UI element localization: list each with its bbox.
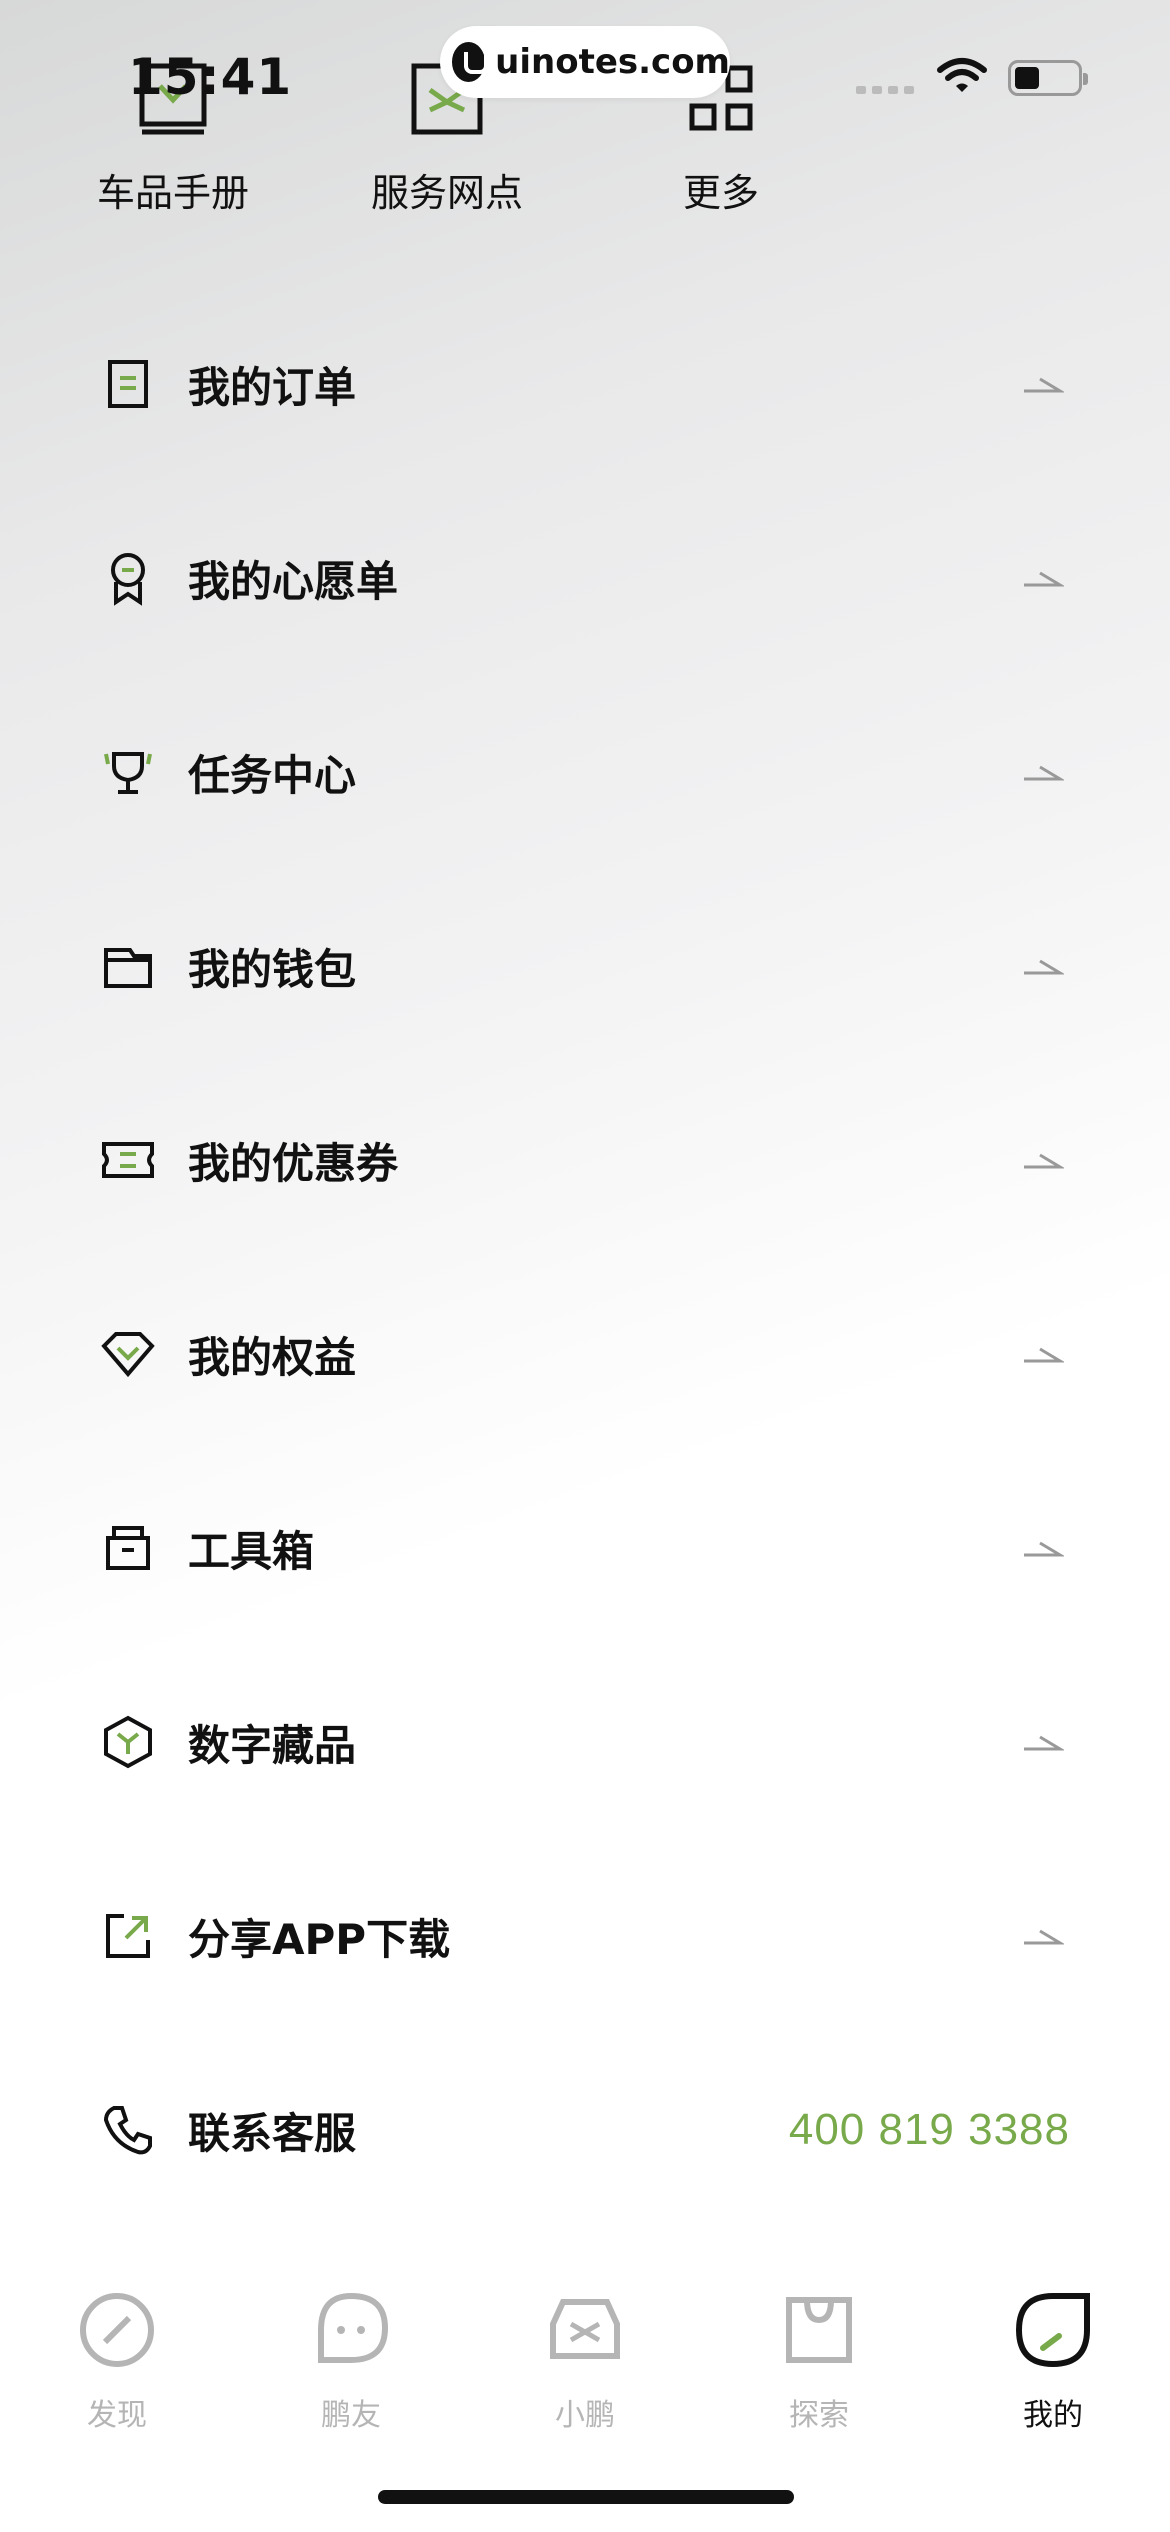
menu-item-label: 我的心愿单 bbox=[188, 556, 399, 606]
wishlist-icon bbox=[111, 553, 145, 606]
menu-item-label: 我的权益 bbox=[188, 1332, 357, 1382]
shortcut-label: 车品手册 bbox=[96, 171, 249, 215]
coupon-icon bbox=[102, 1142, 154, 1178]
tab-xiaopeng[interactable]: 小鹏 bbox=[505, 2290, 665, 2434]
menu-item-label: 我的订单 bbox=[188, 362, 357, 412]
menu-item-label: 联系客服 bbox=[188, 2108, 357, 2158]
cellular-signal-icon bbox=[856, 86, 914, 94]
menu-item-coupons[interactable]: 我的优惠券 bbox=[100, 1100, 1070, 1220]
arrow-right-icon bbox=[1024, 959, 1064, 975]
menu-item-task-center[interactable]: 任务中心 bbox=[100, 712, 1070, 832]
watermark-text: uinotes.com bbox=[495, 42, 730, 82]
bottom-tab-bar: 发现 鹏友 小鹏 探索 我的 bbox=[0, 2290, 1170, 2470]
arrow-right-icon bbox=[1024, 1735, 1064, 1751]
wallet-icon bbox=[104, 948, 152, 988]
menu-item-digital-collectibles[interactable]: 数字藏品 bbox=[100, 1682, 1070, 1802]
tab-explore[interactable]: 探索 bbox=[739, 2290, 899, 2434]
menu-item-share-app[interactable]: 分享APP下载 bbox=[100, 1876, 1070, 1996]
arrow-right-icon bbox=[1024, 1929, 1064, 1945]
wifi-icon bbox=[937, 58, 987, 92]
shortcut-label: 服务网点 bbox=[370, 171, 523, 215]
watermark-badge: uinotes.com bbox=[440, 26, 730, 98]
tab-label: 小鹏 bbox=[555, 2398, 615, 2433]
toolbox-icon bbox=[106, 1526, 150, 1570]
arrow-right-icon bbox=[1024, 377, 1064, 393]
tab-discover[interactable]: 发现 bbox=[37, 2290, 197, 2434]
tab-label: 探索 bbox=[789, 2398, 849, 2433]
profile-leaf-icon bbox=[1015, 2293, 1090, 2368]
status-time: 15:41 bbox=[128, 48, 293, 106]
shortcut-label: 更多 bbox=[682, 171, 759, 215]
menu-item-wishlist[interactable]: 我的心愿单 bbox=[100, 518, 1070, 638]
tab-friends[interactable]: 鹏友 bbox=[271, 2290, 431, 2434]
menu-item-label: 数字藏品 bbox=[188, 1720, 357, 1770]
diamond-icon bbox=[101, 1332, 155, 1378]
battery-icon bbox=[1008, 60, 1088, 96]
menu-item-label: 我的优惠券 bbox=[188, 1138, 399, 1188]
arrow-right-icon bbox=[1024, 571, 1064, 587]
phone-icon bbox=[103, 2106, 152, 2155]
arrow-right-icon bbox=[1024, 1347, 1064, 1363]
menu-item-label: 工具箱 bbox=[188, 1526, 315, 1576]
compass-icon bbox=[80, 2293, 154, 2367]
shopping-bag-icon bbox=[786, 2297, 852, 2363]
tab-mine[interactable]: 我的 bbox=[973, 2290, 1133, 2434]
menu-item-label: 我的钱包 bbox=[188, 944, 357, 994]
arrow-right-icon bbox=[1024, 765, 1064, 781]
menu-item-wallet[interactable]: 我的钱包 bbox=[100, 906, 1070, 1026]
tab-label: 发现 bbox=[87, 2398, 147, 2433]
menu-item-benefits[interactable]: 我的权益 bbox=[100, 1294, 1070, 1414]
status-bar: 车品手册 服务网点 更多 15:41 uinotes.com bbox=[0, 0, 1170, 215]
menu-item-toolbox[interactable]: 工具箱 bbox=[100, 1488, 1070, 1608]
order-icon bbox=[108, 360, 148, 408]
tab-label: 鹏友 bbox=[321, 2398, 381, 2433]
menu-item-label: 任务中心 bbox=[188, 750, 357, 800]
uinotes-logo-icon bbox=[452, 42, 489, 82]
cube-icon bbox=[104, 1715, 152, 1769]
car-icon bbox=[550, 2299, 620, 2359]
home-indicator bbox=[378, 2490, 794, 2504]
trophy-icon bbox=[104, 752, 152, 794]
arrow-right-icon bbox=[1024, 1153, 1064, 1169]
menu-item-contact-support[interactable]: 联系客服 400 819 3388 bbox=[100, 2070, 1070, 2190]
chat-icon bbox=[318, 2292, 389, 2363]
menu-item-orders[interactable]: 我的订单 bbox=[100, 324, 1070, 444]
menu-item-label: 分享APP下载 bbox=[188, 1914, 451, 1964]
support-phone-number[interactable]: 400 819 3388 bbox=[789, 2105, 1070, 2155]
arrow-right-icon bbox=[1024, 1541, 1064, 1557]
tab-label: 我的 bbox=[1023, 2398, 1083, 2433]
share-icon bbox=[106, 1914, 150, 1958]
